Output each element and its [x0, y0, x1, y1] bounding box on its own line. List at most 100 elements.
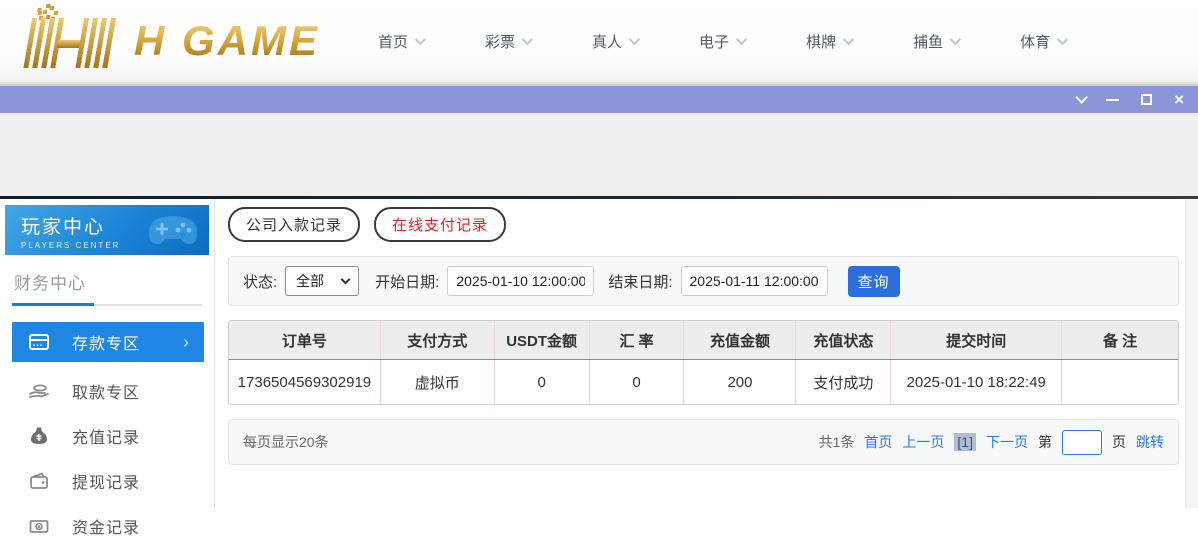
finance-center-heading: 财务中心	[14, 274, 86, 293]
jump-page-input[interactable]	[1062, 429, 1102, 455]
status-select[interactable]: 全部	[285, 266, 360, 296]
withdraw-hand-icon	[29, 384, 49, 398]
sidebar-item-funds-records[interactable]: 资金记录	[0, 503, 214, 548]
sidebar-item-withdraw-zone[interactable]: 取款专区	[0, 368, 214, 413]
cell-remark	[1062, 360, 1178, 404]
gamepad-icon	[149, 216, 197, 245]
pagination-bar: 每页显示20条 共1条 首页 上一页 [1] 下一页 第 页 跳转	[228, 419, 1179, 465]
cell-submit-time: 2025-01-10 18:22:49	[891, 360, 1063, 404]
nav-item-live[interactable]: 真人	[592, 31, 641, 52]
maximize-icon[interactable]	[1141, 94, 1153, 105]
record-tabs: 公司入款记录 在线支付记录	[228, 207, 1185, 242]
end-date-label: 结束日期:	[608, 273, 673, 291]
query-button[interactable]: 查询	[847, 265, 900, 297]
pagination-controls: 共1条 首页 上一页 [1] 下一页 第 页 跳转	[818, 429, 1164, 455]
deposit-card-icon	[29, 334, 49, 350]
prev-page-link[interactable]: 上一页	[902, 432, 944, 452]
nav-item-fishing[interactable]: 捕鱼	[913, 31, 962, 52]
sidebar-item-label: 取款专区	[72, 384, 141, 402]
chevron-down-icon	[628, 33, 641, 46]
sidebar: 玩家中心 PLAYERS CENTER 财务中心 存款专区 › 取款专区 充值记	[0, 199, 215, 537]
chevron-down-icon	[842, 33, 855, 46]
brand-logo: H GAME	[10, 6, 320, 76]
cell-recharge-amount: 200	[684, 360, 797, 404]
filter-bar: 状态: 全部 开始日期: 结束日期: 查询	[228, 256, 1179, 306]
main-nav: 首页 彩票 真人 电子 棋牌 捕鱼 体育	[378, 31, 1069, 52]
nav-item-home[interactable]: 首页	[378, 31, 427, 52]
start-date-label: 开始日期:	[375, 273, 440, 291]
chevron-down-icon	[1056, 33, 1069, 46]
nav-label: 彩票	[485, 33, 516, 51]
nav-label: 电子	[699, 33, 730, 51]
start-date-input[interactable]	[447, 266, 595, 296]
column-header-exchange-rate: 汇 率	[590, 321, 685, 359]
players-center-header: 玩家中心 PLAYERS CENTER	[5, 205, 209, 255]
cell-recharge-status: 支付成功	[796, 360, 892, 404]
records-table: 订单号 支付方式 USDT金额 汇 率 充值金额 充值状态 提交时间 备 注 1…	[228, 320, 1179, 405]
funds-icon	[29, 519, 49, 533]
minimize-icon[interactable]	[1106, 98, 1120, 101]
nav-label: 捕鱼	[913, 33, 944, 51]
nav-item-sports[interactable]: 体育	[1020, 31, 1069, 52]
next-page-link[interactable]: 下一页	[986, 432, 1028, 452]
cell-exchange-rate: 0	[590, 360, 685, 404]
status-label: 状态:	[243, 273, 278, 291]
column-header-payment-method: 支付方式	[381, 321, 495, 359]
hh-bars-gold-icon	[5, 8, 133, 70]
status-select-value: 全部	[296, 273, 325, 289]
app-header: H GAME 首页 彩票 真人 电子 棋牌 捕鱼 体育	[0, 0, 1198, 82]
nav-item-slots[interactable]: 电子	[699, 31, 748, 52]
sidebar-item-label: 资金记录	[72, 519, 141, 537]
first-page-link[interactable]: 首页	[864, 432, 892, 452]
chevron-down-icon[interactable]	[1075, 91, 1089, 104]
sidebar-item-withdrawal-records[interactable]: 提现记录	[0, 458, 214, 503]
sidebar-item-recharge-records[interactable]: 充值记录	[0, 413, 214, 458]
chevron-down-icon	[735, 33, 748, 46]
nav-label: 棋牌	[806, 33, 837, 51]
column-header-remark: 备 注	[1102, 332, 1138, 350]
brand-logo-text: H GAME	[134, 17, 320, 64]
nav-item-chess[interactable]: 棋牌	[806, 31, 855, 52]
column-header-recharge-status: 充值状态	[796, 321, 892, 359]
sidebar-item-label: 提现记录	[72, 474, 141, 492]
sidebar-item-label: 充值记录	[72, 429, 141, 447]
nav-item-lottery[interactable]: 彩票	[485, 31, 534, 52]
chevron-down-icon	[414, 33, 427, 46]
cell-order-no: 1736504569302919	[229, 360, 381, 404]
nav-label: 体育	[1020, 33, 1051, 51]
window-titlebar: ×	[0, 86, 1198, 113]
jump-button[interactable]: 跳转	[1136, 432, 1164, 452]
table-header-row: 订单号 支付方式 USDT金额 汇 率 充值金额 充值状态 提交时间 备 注	[229, 321, 1178, 360]
sidebar-item-deposit-zone[interactable]: 存款专区 ›	[12, 322, 204, 362]
page-size-text: 每页显示20条	[243, 434, 329, 450]
nav-label: 首页	[378, 33, 409, 51]
cell-payment-method: 虚拟币	[381, 360, 495, 404]
column-header-usdt-amount: USDT金额	[495, 321, 590, 359]
column-header-recharge-amount: 充值金额	[684, 321, 797, 359]
sidebar-menu: 存款专区 › 取款专区 充值记录 提现记录 资金记录	[0, 322, 214, 548]
cell-usdt-amount: 0	[495, 360, 590, 404]
tab-online-payment-records[interactable]: 在线支付记录	[374, 207, 507, 242]
table-row: 1736504569302919 虚拟币 0 0 200 支付成功 2025-0…	[229, 360, 1178, 404]
column-header-submit-time: 提交时间	[891, 321, 1063, 359]
sidebar-item-label: 存款专区	[72, 336, 141, 353]
end-date-input[interactable]	[680, 266, 828, 296]
scrollbar-track[interactable]	[1185, 199, 1198, 508]
close-icon[interactable]: ×	[1174, 91, 1184, 108]
total-count-text: 共1条	[818, 434, 855, 450]
tab-company-deposit-records[interactable]: 公司入款记录	[228, 207, 361, 242]
column-header-order-no: 订单号	[229, 321, 381, 359]
current-page-indicator: [1]	[954, 433, 976, 451]
nav-label: 真人	[592, 33, 623, 51]
chevron-right-icon: ›	[183, 332, 190, 352]
wallet-icon	[30, 471, 48, 489]
chevron-down-icon	[340, 274, 351, 285]
jump-prefix-label: 第	[1038, 434, 1052, 450]
main-area: 玩家中心 PLAYERS CENTER 财务中心 存款专区 › 取款专区 充值记	[0, 199, 1198, 537]
chevron-down-icon	[521, 33, 534, 46]
section-divider	[12, 303, 202, 306]
jump-suffix-label: 页	[1112, 434, 1126, 450]
moneybag-icon	[31, 427, 47, 444]
background-band	[0, 113, 1198, 196]
content-area: 公司入款记录 在线支付记录 状态: 全部 开始日期: 结束日期: 查询 订单号 …	[216, 199, 1185, 508]
